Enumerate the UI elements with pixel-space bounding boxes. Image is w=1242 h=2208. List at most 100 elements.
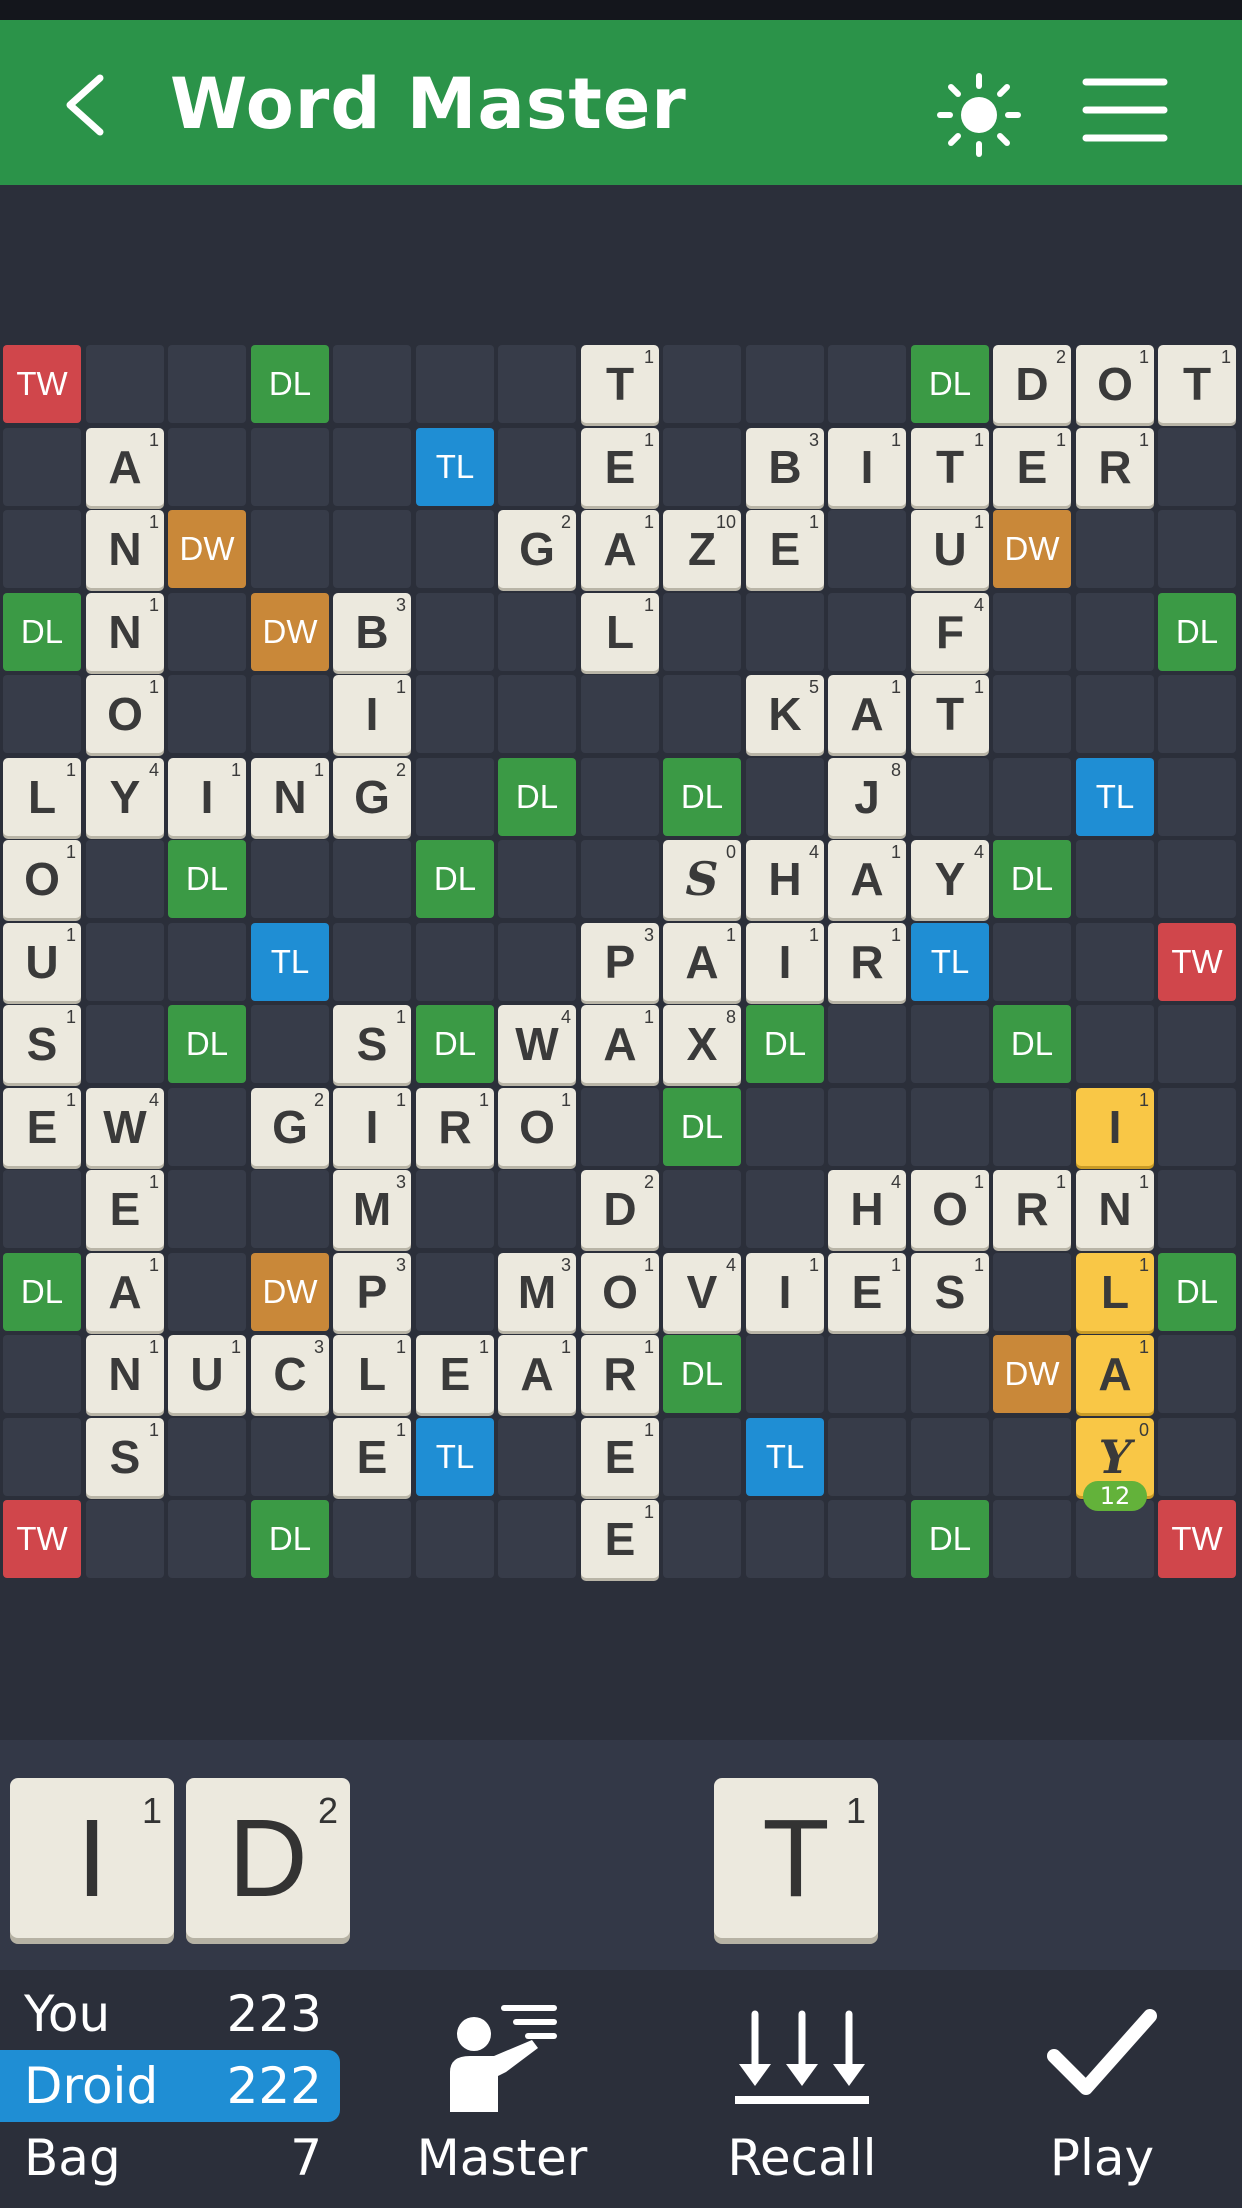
board-cell[interactable] bbox=[911, 758, 989, 836]
board-cell[interactable] bbox=[168, 675, 246, 753]
board-cell[interactable] bbox=[86, 1005, 164, 1083]
back-button[interactable] bbox=[50, 60, 130, 150]
premium-square-dl[interactable]: DL bbox=[1158, 1253, 1236, 1331]
board-cell[interactable] bbox=[828, 593, 906, 671]
board-cell[interactable] bbox=[1158, 1005, 1236, 1083]
board-cell[interactable] bbox=[3, 428, 81, 506]
master-button[interactable]: Master bbox=[382, 1970, 622, 2208]
board-cell[interactable] bbox=[1158, 1170, 1236, 1248]
board-cell[interactable] bbox=[993, 758, 1071, 836]
board-cell[interactable] bbox=[498, 593, 576, 671]
board-cell[interactable] bbox=[828, 1088, 906, 1166]
board-cell[interactable] bbox=[581, 675, 659, 753]
premium-square-dw[interactable]: DW bbox=[251, 1253, 329, 1331]
board-cell[interactable] bbox=[3, 1170, 81, 1248]
board-cell[interactable] bbox=[581, 840, 659, 918]
board-cell[interactable] bbox=[993, 1418, 1071, 1496]
premium-square-dl[interactable]: DL bbox=[416, 1005, 494, 1083]
board-cell[interactable] bbox=[498, 1418, 576, 1496]
board-cell[interactable] bbox=[251, 510, 329, 588]
premium-square-tl[interactable]: TL bbox=[911, 923, 989, 1001]
board-cell[interactable] bbox=[746, 1170, 824, 1248]
board-cell[interactable] bbox=[333, 428, 411, 506]
board-cell[interactable] bbox=[1076, 675, 1154, 753]
premium-square-tw[interactable]: TW bbox=[3, 1500, 81, 1578]
premium-square-dl[interactable]: DL bbox=[911, 1500, 989, 1578]
board-cell[interactable] bbox=[993, 1253, 1071, 1331]
board-cell[interactable] bbox=[663, 428, 741, 506]
board-cell[interactable] bbox=[581, 758, 659, 836]
board-cell[interactable] bbox=[3, 1335, 81, 1413]
premium-square-tl[interactable]: TL bbox=[251, 923, 329, 1001]
theme-toggle-button[interactable] bbox=[934, 70, 1024, 160]
board-cell[interactable] bbox=[911, 1335, 989, 1413]
board-cell[interactable] bbox=[251, 1005, 329, 1083]
board-cell[interactable] bbox=[1158, 840, 1236, 918]
board-cell[interactable] bbox=[416, 758, 494, 836]
board-cell[interactable] bbox=[663, 1418, 741, 1496]
premium-square-tl[interactable]: TL bbox=[746, 1418, 824, 1496]
premium-square-dl[interactable]: DL bbox=[993, 1005, 1071, 1083]
board-cell[interactable] bbox=[416, 1170, 494, 1248]
board-cell[interactable] bbox=[168, 923, 246, 1001]
board-cell[interactable] bbox=[86, 923, 164, 1001]
board-cell[interactable] bbox=[828, 510, 906, 588]
board-cell[interactable] bbox=[416, 345, 494, 423]
premium-square-dl[interactable]: DL bbox=[251, 345, 329, 423]
board-cell[interactable] bbox=[168, 1418, 246, 1496]
board-cell[interactable] bbox=[416, 923, 494, 1001]
premium-square-dl[interactable]: DL bbox=[3, 1253, 81, 1331]
board-cell[interactable] bbox=[1158, 428, 1236, 506]
board-cell[interactable] bbox=[1076, 510, 1154, 588]
premium-square-dl[interactable]: DL bbox=[663, 1088, 741, 1166]
board-cell[interactable] bbox=[416, 1500, 494, 1578]
board-cell[interactable] bbox=[1158, 1418, 1236, 1496]
board-cell[interactable] bbox=[828, 1005, 906, 1083]
board-cell[interactable] bbox=[993, 923, 1071, 1001]
premium-square-dw[interactable]: DW bbox=[993, 510, 1071, 588]
premium-square-tw[interactable]: TW bbox=[3, 345, 81, 423]
play-button[interactable]: Play bbox=[982, 1970, 1222, 2208]
board-cell[interactable] bbox=[746, 1500, 824, 1578]
board-cell[interactable] bbox=[168, 428, 246, 506]
board-cell[interactable] bbox=[86, 345, 164, 423]
board-cell[interactable] bbox=[3, 510, 81, 588]
board-cell[interactable] bbox=[416, 593, 494, 671]
board-cell[interactable] bbox=[663, 1500, 741, 1578]
board-cell[interactable] bbox=[498, 1170, 576, 1248]
rack-tile[interactable]: D2 bbox=[186, 1778, 350, 1938]
board-cell[interactable] bbox=[1076, 1500, 1154, 1578]
premium-square-dl[interactable]: DL bbox=[3, 593, 81, 671]
board-cell[interactable] bbox=[416, 1253, 494, 1331]
board-cell[interactable] bbox=[251, 428, 329, 506]
premium-square-dw[interactable]: DW bbox=[251, 593, 329, 671]
premium-square-dl[interactable]: DL bbox=[911, 345, 989, 423]
board-cell[interactable] bbox=[168, 593, 246, 671]
recall-button[interactable]: Recall bbox=[682, 1970, 922, 2208]
board-cell[interactable] bbox=[86, 1500, 164, 1578]
board-cell[interactable] bbox=[416, 510, 494, 588]
board-cell[interactable] bbox=[663, 675, 741, 753]
board-cell[interactable] bbox=[333, 923, 411, 1001]
board-cell[interactable] bbox=[663, 593, 741, 671]
board-cell[interactable] bbox=[498, 923, 576, 1001]
premium-square-dl[interactable]: DL bbox=[416, 840, 494, 918]
board-cell[interactable] bbox=[168, 345, 246, 423]
board-cell[interactable] bbox=[333, 1500, 411, 1578]
board-cell[interactable] bbox=[1076, 593, 1154, 671]
premium-square-tw[interactable]: TW bbox=[1158, 1500, 1236, 1578]
board-cell[interactable] bbox=[333, 510, 411, 588]
board-cell[interactable] bbox=[663, 345, 741, 423]
board-cell[interactable] bbox=[3, 675, 81, 753]
board-cell[interactable] bbox=[251, 840, 329, 918]
premium-square-tw[interactable]: TW bbox=[1158, 923, 1236, 1001]
board-cell[interactable] bbox=[498, 428, 576, 506]
board-cell[interactable] bbox=[168, 1253, 246, 1331]
board-cell[interactable] bbox=[251, 675, 329, 753]
board-cell[interactable] bbox=[911, 1088, 989, 1166]
board-cell[interactable] bbox=[746, 1088, 824, 1166]
board-cell[interactable] bbox=[911, 1418, 989, 1496]
premium-square-dl[interactable]: DL bbox=[168, 840, 246, 918]
board-cell[interactable] bbox=[416, 675, 494, 753]
board-cell[interactable] bbox=[828, 345, 906, 423]
